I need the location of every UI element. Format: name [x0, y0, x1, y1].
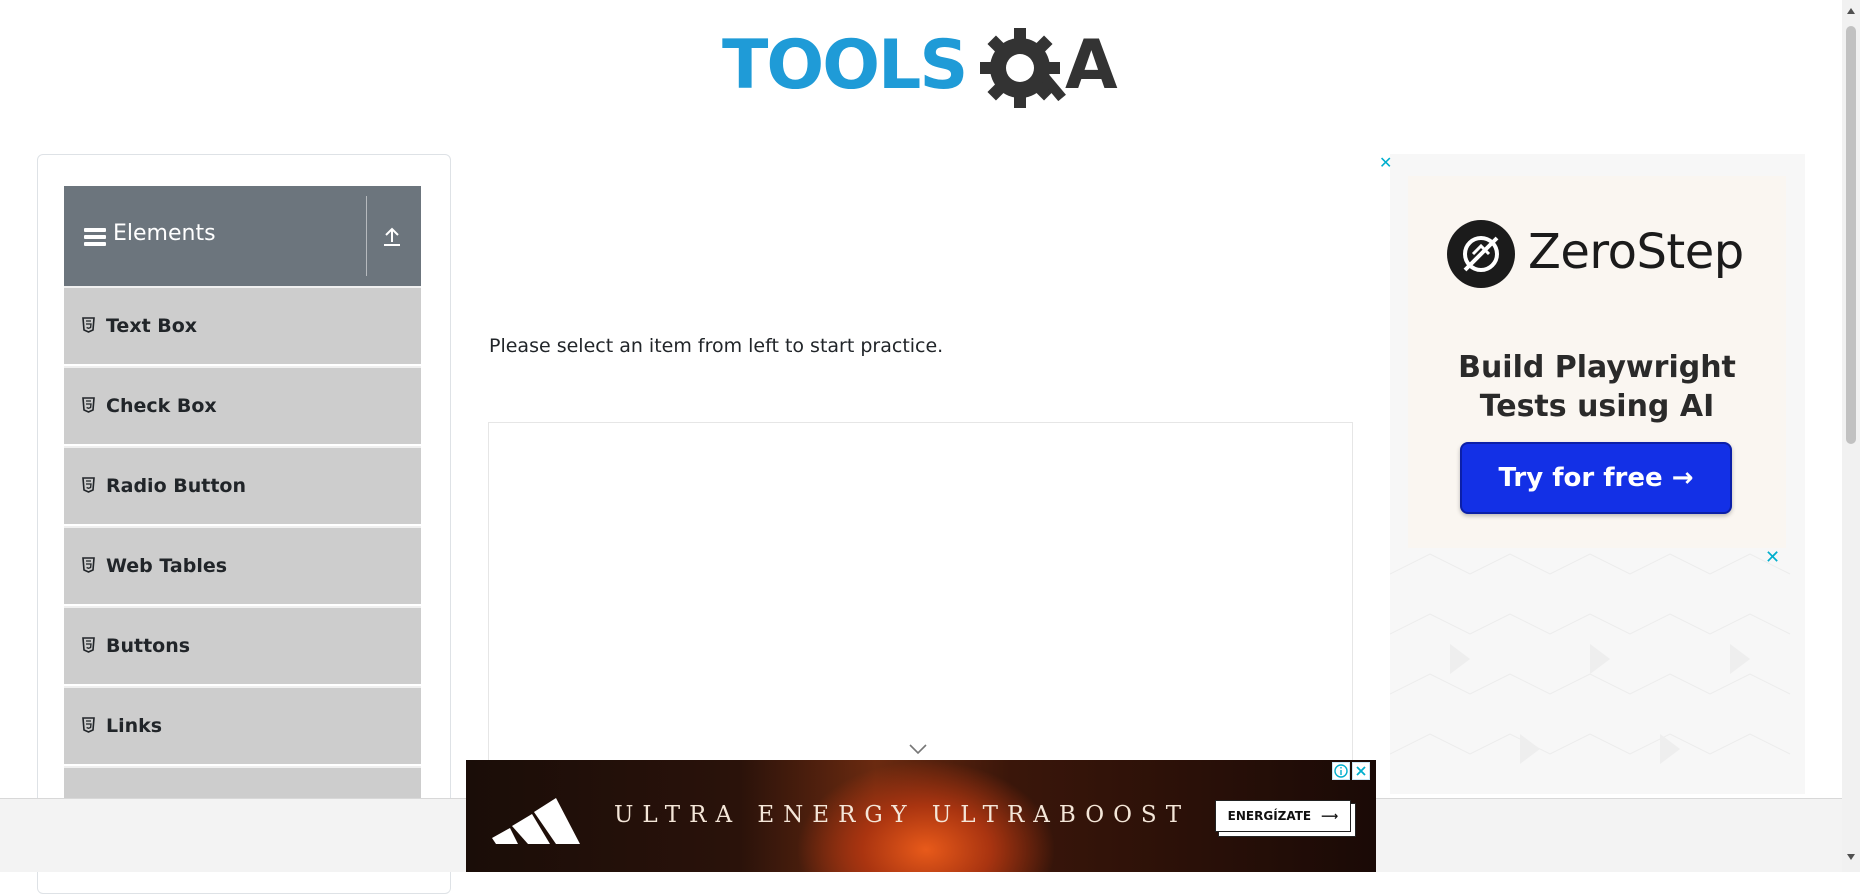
collapse-arrow-icon[interactable] [380, 224, 404, 248]
html5-icon [82, 557, 95, 573]
ad-info-icon[interactable] [1332, 762, 1350, 780]
page-header: TOOLS A [0, 0, 1842, 140]
group-title: Elements [113, 221, 216, 246]
html5-icon [82, 477, 95, 493]
adidas-banner-ad[interactable]: ULTRA ENERGY ULTRABOOST ENERGÍZATE ⟶ [466, 760, 1376, 872]
sidebar-item-check-box[interactable]: Check Box [64, 366, 421, 444]
sidebar-item-label: Buttons [106, 635, 191, 657]
try-for-free-button[interactable]: Try for free → [1460, 442, 1732, 514]
arrow-right-icon: ⟶ [1321, 809, 1339, 823]
sidebar-item-radio-button[interactable]: Radio Button [64, 446, 421, 524]
ad-close-icon[interactable]: ✕ [1765, 549, 1781, 567]
header-divider [366, 196, 367, 276]
adidas-logo [492, 798, 580, 844]
html5-icon [82, 397, 95, 413]
elements-group-header[interactable]: Elements [64, 186, 421, 286]
scrollbar-thumb[interactable] [1846, 26, 1856, 444]
sidebar-item-web-tables[interactable]: Web Tables [64, 526, 421, 604]
html5-icon [82, 317, 95, 333]
sidebar-item-label: Links [106, 715, 163, 737]
energizate-button[interactable]: ENERGÍZATE ⟶ [1215, 800, 1351, 832]
tagline-line-1: Build Playwright [1458, 350, 1736, 385]
scroll-up-icon[interactable] [1846, 6, 1856, 16]
sidebar-item-buttons[interactable]: Buttons [64, 606, 421, 684]
toolsqa-logo[interactable]: TOOLS A [720, 18, 1125, 114]
scroll-down-icon[interactable] [1846, 852, 1856, 862]
svg-text:TOOLS: TOOLS [722, 26, 966, 105]
sidebar-item-links[interactable]: Links [64, 686, 421, 764]
ad-headline: ULTRA ENERGY ULTRABOOST [614, 802, 1191, 828]
tagline-line-2: Tests using AI [1479, 389, 1715, 424]
ad-cta-label: ENERGÍZATE [1227, 809, 1312, 823]
sidebar-item-text-box[interactable]: Text Box [64, 286, 421, 364]
ad-close-icon[interactable] [1352, 762, 1370, 780]
html5-icon [82, 717, 95, 733]
hamburger-icon [84, 228, 106, 246]
zerostep-brand: ZeroStep [1528, 224, 1744, 280]
sidebar-item-label: Web Tables [106, 555, 228, 577]
zerostep-logo-icon [1447, 220, 1515, 288]
svg-text:A: A [1065, 26, 1118, 105]
ad-close-icon[interactable]: ✕ [1379, 155, 1393, 171]
chevron-down-icon[interactable] [908, 743, 928, 755]
sidebar-item-label: Radio Button [106, 475, 246, 497]
zerostep-tagline: Build Playwright Tests using AI [1408, 348, 1786, 426]
sidebar-item-label: Text Box [106, 315, 198, 337]
html5-icon [82, 637, 95, 653]
page-scrollbar[interactable] [1842, 0, 1860, 872]
sidebar-item-label: Check Box [106, 395, 217, 417]
practice-instructions: Please select an item from left to start… [489, 335, 944, 357]
